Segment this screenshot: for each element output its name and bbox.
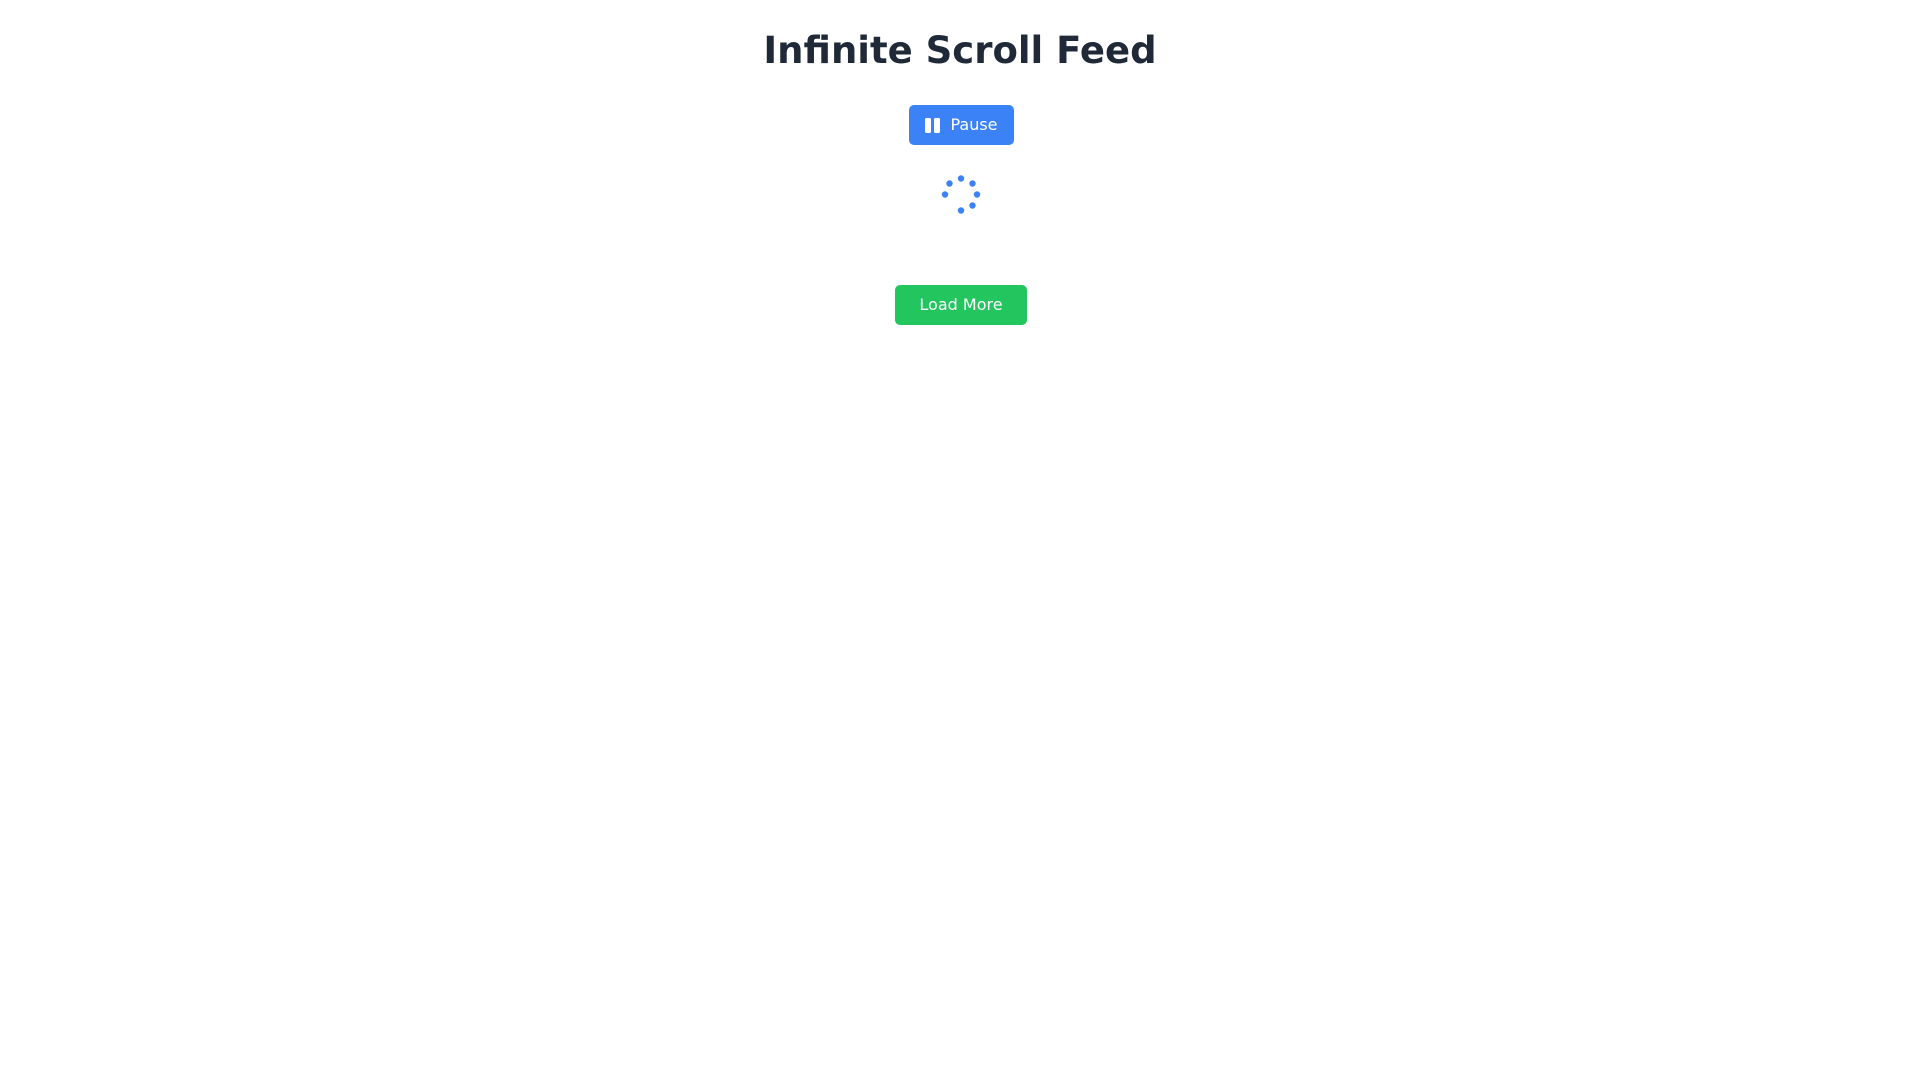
pause-button-label: Pause [950, 115, 998, 134]
load-more-button[interactable]: Load More [895, 285, 1027, 325]
pause-icon [925, 117, 941, 133]
pause-button[interactable]: Pause [909, 105, 1014, 145]
page-title: Infinite Scroll Feed [763, 29, 1157, 72]
spinner-icon [941, 175, 981, 214]
feed-page: Infinite Scroll Feed Pause Load More [0, 0, 1920, 1080]
